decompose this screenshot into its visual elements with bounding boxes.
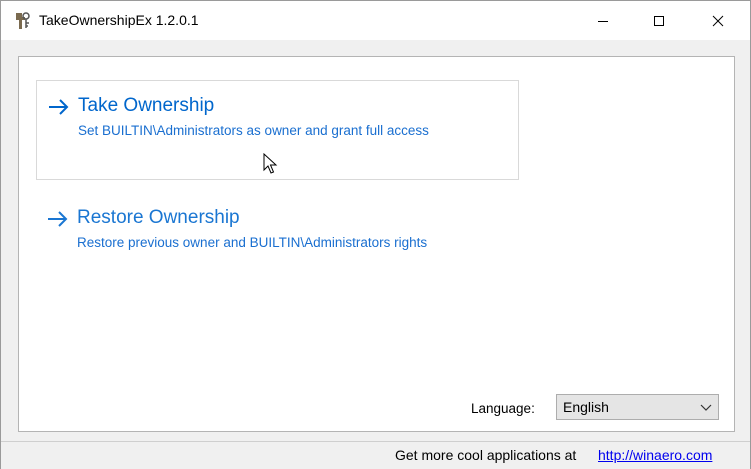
chevron-down-icon (700, 404, 712, 411)
main-panel: Take Ownership Set BUILTIN\Administrator… (18, 56, 735, 432)
close-button[interactable] (695, 1, 741, 40)
app-window: TakeOwnershipEx 1.2.0.1 Take Ownership S… (0, 0, 751, 469)
minimize-button[interactable] (580, 1, 626, 40)
take-ownership-description: Set BUILTIN\Administrators as owner and … (78, 123, 429, 138)
take-ownership-heading: Take Ownership (78, 95, 215, 116)
close-icon (712, 15, 724, 26)
footer-bar: Get more cool applications at http://win… (1, 441, 750, 469)
arrow-right-icon (48, 211, 68, 227)
arrow-right-icon (49, 99, 69, 115)
language-dropdown[interactable]: English (556, 394, 719, 420)
maximize-button[interactable] (636, 1, 682, 40)
mouse-cursor-icon (263, 153, 278, 174)
restore-ownership-description: Restore previous owner and BUILTIN\Admin… (77, 235, 428, 250)
language-selected-value: English (563, 399, 609, 415)
footer-text: Get more cool applications at (395, 447, 577, 463)
minimize-icon (598, 20, 608, 22)
title-bar[interactable]: TakeOwnershipEx 1.2.0.1 (1, 1, 750, 40)
window-title: TakeOwnershipEx 1.2.0.1 (39, 12, 199, 28)
app-icon (13, 11, 31, 31)
restore-ownership-heading: Restore Ownership (77, 207, 240, 228)
language-label: Language: (471, 401, 535, 416)
restore-ownership-button[interactable]: Restore Ownership Restore previous owner… (36, 193, 519, 293)
maximize-icon (654, 15, 664, 26)
winaero-link[interactable]: http://winaero.com (598, 447, 712, 463)
